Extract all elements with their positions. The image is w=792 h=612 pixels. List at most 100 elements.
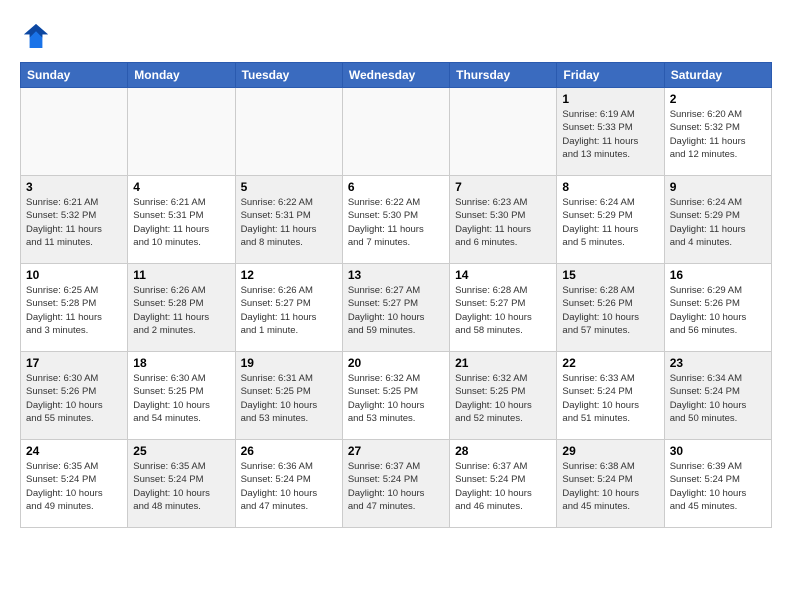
day-info: Sunrise: 6:26 AM Sunset: 5:28 PM Dayligh… bbox=[133, 284, 229, 337]
header bbox=[20, 20, 772, 52]
day-info: Sunrise: 6:27 AM Sunset: 5:27 PM Dayligh… bbox=[348, 284, 444, 337]
day-number: 21 bbox=[455, 356, 551, 370]
day-info: Sunrise: 6:35 AM Sunset: 5:24 PM Dayligh… bbox=[133, 460, 229, 513]
calendar-cell bbox=[342, 88, 449, 176]
calendar-cell: 7 Sunrise: 6:23 AM Sunset: 5:30 PM Daylig… bbox=[450, 176, 557, 264]
day-number: 16 bbox=[670, 268, 766, 282]
weekday-friday: Friday bbox=[557, 63, 664, 88]
day-number: 7 bbox=[455, 180, 551, 194]
day-info: Sunrise: 6:36 AM Sunset: 5:24 PM Dayligh… bbox=[241, 460, 337, 513]
week-row-5: 24 Sunrise: 6:35 AM Sunset: 5:24 PM Dayli… bbox=[21, 440, 772, 528]
day-number: 11 bbox=[133, 268, 229, 282]
day-number: 27 bbox=[348, 444, 444, 458]
calendar-cell: 12 Sunrise: 6:26 AM Sunset: 5:27 PM Dayli… bbox=[235, 264, 342, 352]
calendar-cell: 5Sunrise: 6:22 AM Sunset: 5:31 PM Daylig… bbox=[235, 176, 342, 264]
calendar-cell: 17 Sunrise: 6:30 AM Sunset: 5:26 PM Dayli… bbox=[21, 352, 128, 440]
day-number: 3 bbox=[26, 180, 122, 194]
day-number: 4 bbox=[133, 180, 229, 194]
calendar-cell bbox=[235, 88, 342, 176]
day-info: Sunrise: 6:22 AM Sunset: 5:30 PM Dayligh… bbox=[348, 196, 444, 249]
day-number: 8 bbox=[562, 180, 658, 194]
weekday-tuesday: Tuesday bbox=[235, 63, 342, 88]
weekday-header-row: SundayMondayTuesdayWednesdayThursdayFrid… bbox=[21, 63, 772, 88]
day-number: 24 bbox=[26, 444, 122, 458]
day-number: 23 bbox=[670, 356, 766, 370]
day-number: 10 bbox=[26, 268, 122, 282]
week-row-4: 17 Sunrise: 6:30 AM Sunset: 5:26 PM Dayli… bbox=[21, 352, 772, 440]
calendar-cell: 27Sunrise: 6:37 AM Sunset: 5:24 PM Dayli… bbox=[342, 440, 449, 528]
calendar-cell: 10 Sunrise: 6:25 AM Sunset: 5:28 PM Dayli… bbox=[21, 264, 128, 352]
calendar-cell: 25 Sunrise: 6:35 AM Sunset: 5:24 PM Dayli… bbox=[128, 440, 235, 528]
day-info: Sunrise: 6:33 AM Sunset: 5:24 PM Dayligh… bbox=[562, 372, 658, 425]
calendar-cell: 15 Sunrise: 6:28 AM Sunset: 5:26 PM Dayli… bbox=[557, 264, 664, 352]
day-number: 12 bbox=[241, 268, 337, 282]
logo bbox=[20, 20, 56, 52]
day-number: 17 bbox=[26, 356, 122, 370]
day-info: Sunrise: 6:24 AM Sunset: 5:29 PM Dayligh… bbox=[562, 196, 658, 249]
calendar-cell: 22 Sunrise: 6:33 AM Sunset: 5:24 PM Dayli… bbox=[557, 352, 664, 440]
calendar-cell: 13 Sunrise: 6:27 AM Sunset: 5:27 PM Dayli… bbox=[342, 264, 449, 352]
calendar-cell: 8 Sunrise: 6:24 AM Sunset: 5:29 PM Daylig… bbox=[557, 176, 664, 264]
weekday-sunday: Sunday bbox=[21, 63, 128, 88]
calendar-cell: 16Sunrise: 6:29 AM Sunset: 5:26 PM Dayli… bbox=[664, 264, 771, 352]
day-info: Sunrise: 6:21 AM Sunset: 5:31 PM Dayligh… bbox=[133, 196, 229, 249]
day-info: Sunrise: 6:30 AM Sunset: 5:25 PM Dayligh… bbox=[133, 372, 229, 425]
day-number: 19 bbox=[241, 356, 337, 370]
calendar: SundayMondayTuesdayWednesdayThursdayFrid… bbox=[20, 62, 772, 528]
logo-icon bbox=[20, 20, 52, 52]
calendar-cell: 26 Sunrise: 6:36 AM Sunset: 5:24 PM Dayli… bbox=[235, 440, 342, 528]
day-info: Sunrise: 6:19 AM Sunset: 5:33 PM Dayligh… bbox=[562, 108, 658, 161]
day-number: 20 bbox=[348, 356, 444, 370]
page: SundayMondayTuesdayWednesdayThursdayFrid… bbox=[0, 0, 792, 538]
day-info: Sunrise: 6:34 AM Sunset: 5:24 PM Dayligh… bbox=[670, 372, 766, 425]
calendar-cell bbox=[128, 88, 235, 176]
day-info: Sunrise: 6:31 AM Sunset: 5:25 PM Dayligh… bbox=[241, 372, 337, 425]
day-number: 28 bbox=[455, 444, 551, 458]
day-number: 29 bbox=[562, 444, 658, 458]
week-row-3: 10 Sunrise: 6:25 AM Sunset: 5:28 PM Dayli… bbox=[21, 264, 772, 352]
calendar-cell: 21 Sunrise: 6:32 AM Sunset: 5:25 PM Dayli… bbox=[450, 352, 557, 440]
day-number: 18 bbox=[133, 356, 229, 370]
day-number: 2 bbox=[670, 92, 766, 106]
calendar-cell: 24Sunrise: 6:35 AM Sunset: 5:24 PM Dayli… bbox=[21, 440, 128, 528]
calendar-cell: 2Sunrise: 6:20 AM Sunset: 5:32 PM Daylig… bbox=[664, 88, 771, 176]
day-number: 25 bbox=[133, 444, 229, 458]
day-number: 13 bbox=[348, 268, 444, 282]
day-number: 15 bbox=[562, 268, 658, 282]
calendar-cell: 9 Sunrise: 6:24 AM Sunset: 5:29 PM Daylig… bbox=[664, 176, 771, 264]
week-row-2: 3 Sunrise: 6:21 AM Sunset: 5:32 PM Daylig… bbox=[21, 176, 772, 264]
day-number: 5 bbox=[241, 180, 337, 194]
day-number: 6 bbox=[348, 180, 444, 194]
calendar-cell: 1 Sunrise: 6:19 AM Sunset: 5:33 PM Daylig… bbox=[557, 88, 664, 176]
day-info: Sunrise: 6:24 AM Sunset: 5:29 PM Dayligh… bbox=[670, 196, 766, 249]
day-number: 30 bbox=[670, 444, 766, 458]
calendar-cell: 18 Sunrise: 6:30 AM Sunset: 5:25 PM Dayli… bbox=[128, 352, 235, 440]
calendar-cell: 6 Sunrise: 6:22 AM Sunset: 5:30 PM Daylig… bbox=[342, 176, 449, 264]
day-number: 26 bbox=[241, 444, 337, 458]
week-row-1: 1 Sunrise: 6:19 AM Sunset: 5:33 PM Daylig… bbox=[21, 88, 772, 176]
weekday-wednesday: Wednesday bbox=[342, 63, 449, 88]
day-info: Sunrise: 6:28 AM Sunset: 5:26 PM Dayligh… bbox=[562, 284, 658, 337]
day-number: 9 bbox=[670, 180, 766, 194]
weekday-saturday: Saturday bbox=[664, 63, 771, 88]
calendar-cell: 23 Sunrise: 6:34 AM Sunset: 5:24 PM Dayli… bbox=[664, 352, 771, 440]
calendar-cell: 11 Sunrise: 6:26 AM Sunset: 5:28 PM Dayli… bbox=[128, 264, 235, 352]
day-info: Sunrise: 6:37 AM Sunset: 5:24 PM Dayligh… bbox=[455, 460, 551, 513]
calendar-cell: 14 Sunrise: 6:28 AM Sunset: 5:27 PM Dayli… bbox=[450, 264, 557, 352]
day-info: Sunrise: 6:30 AM Sunset: 5:26 PM Dayligh… bbox=[26, 372, 122, 425]
calendar-cell bbox=[450, 88, 557, 176]
calendar-cell: 4 Sunrise: 6:21 AM Sunset: 5:31 PM Daylig… bbox=[128, 176, 235, 264]
day-info: Sunrise: 6:39 AM Sunset: 5:24 PM Dayligh… bbox=[670, 460, 766, 513]
day-info: Sunrise: 6:32 AM Sunset: 5:25 PM Dayligh… bbox=[455, 372, 551, 425]
day-info: Sunrise: 6:21 AM Sunset: 5:32 PM Dayligh… bbox=[26, 196, 122, 249]
weekday-monday: Monday bbox=[128, 63, 235, 88]
day-number: 1 bbox=[562, 92, 658, 106]
day-info: Sunrise: 6:28 AM Sunset: 5:27 PM Dayligh… bbox=[455, 284, 551, 337]
calendar-cell: 3 Sunrise: 6:21 AM Sunset: 5:32 PM Daylig… bbox=[21, 176, 128, 264]
day-info: Sunrise: 6:23 AM Sunset: 5:30 PM Dayligh… bbox=[455, 196, 551, 249]
day-info: Sunrise: 6:25 AM Sunset: 5:28 PM Dayligh… bbox=[26, 284, 122, 337]
day-number: 14 bbox=[455, 268, 551, 282]
day-number: 22 bbox=[562, 356, 658, 370]
day-info: Sunrise: 6:26 AM Sunset: 5:27 PM Dayligh… bbox=[241, 284, 337, 337]
calendar-cell: 19 Sunrise: 6:31 AM Sunset: 5:25 PM Dayli… bbox=[235, 352, 342, 440]
